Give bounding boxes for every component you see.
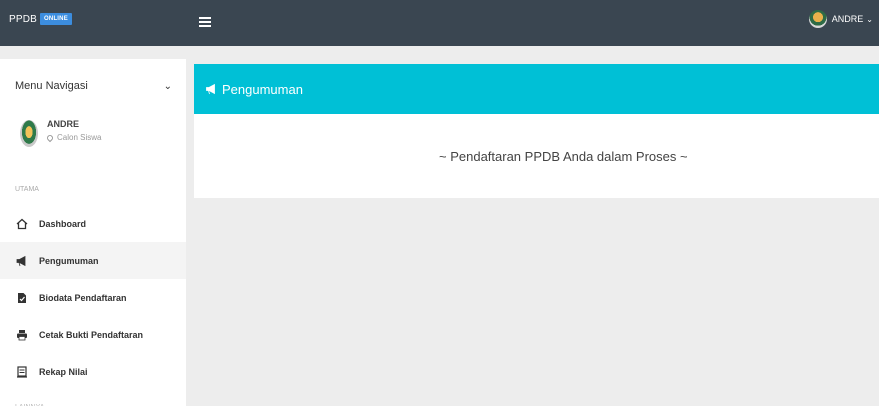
profile-role-label: Calon Siswa bbox=[57, 133, 102, 142]
sidebar-item-label: Cetak Bukti Pendaftaran bbox=[39, 329, 144, 340]
brand-name: PPDB bbox=[9, 14, 38, 25]
list-icon bbox=[16, 365, 28, 378]
sidebar: Menu Navigasi ⌄ ANDRE Calon Siswa UTAMA … bbox=[0, 59, 186, 406]
sidebar-item-label: Dashboard bbox=[39, 218, 87, 229]
sidebar-item-biodata[interactable]: Biodata Pendaftaran bbox=[0, 279, 186, 316]
home-icon bbox=[16, 218, 28, 230]
panel-title: Pengumuman bbox=[222, 81, 303, 97]
printer-icon bbox=[16, 329, 28, 341]
section-label-main: UTAMA bbox=[15, 185, 39, 193]
sidebar-item-label: Pengumuman bbox=[39, 255, 99, 266]
location-pin-icon bbox=[45, 133, 55, 142]
brand-logo[interactable]: PPDB ONLINE bbox=[0, 0, 194, 46]
menu-title: Menu Navigasi bbox=[15, 80, 88, 92]
user-profile: ANDRE Calon Siswa bbox=[0, 113, 186, 171]
avatar bbox=[20, 120, 38, 147]
profile-role: Calon Siswa bbox=[45, 133, 102, 142]
sidebar-item-rekap-nilai[interactable]: Rekap Nilai bbox=[0, 353, 186, 390]
section-label-other: LAINNYA bbox=[0, 390, 186, 406]
megaphone-icon bbox=[16, 255, 28, 267]
sidebar-item-label: Rekap Nilai bbox=[39, 366, 88, 377]
panel-header: Pengumuman bbox=[194, 64, 879, 114]
megaphone-icon bbox=[205, 83, 218, 95]
profile-name: ANDRE bbox=[47, 119, 80, 129]
announcement-message: ~ Pendaftaran PPDB Anda dalam Proses ~ bbox=[439, 148, 688, 164]
chevron-down-icon: ⌄ bbox=[866, 14, 873, 24]
user-menu[interactable]: ANDRE ⌄ bbox=[808, 10, 873, 28]
sidebar-toggle-icon[interactable] bbox=[199, 17, 211, 28]
chevron-down-icon: ⌄ bbox=[163, 80, 172, 92]
user-menu-name: ANDRE bbox=[831, 14, 864, 24]
file-check-icon bbox=[16, 292, 28, 304]
user-avatar bbox=[808, 10, 827, 28]
sidebar-item-pengumuman[interactable]: Pengumuman bbox=[0, 242, 186, 279]
announcement-body: ~ Pendaftaran PPDB Anda dalam Proses ~ bbox=[194, 114, 879, 198]
top-navbar: PPDB ONLINE ANDRE ⌄ bbox=[0, 0, 879, 46]
online-badge: ONLINE bbox=[40, 13, 72, 25]
sidebar-item-dashboard[interactable]: Dashboard bbox=[0, 205, 186, 242]
sidebar-item-cetak-bukti[interactable]: Cetak Bukti Pendaftaran bbox=[0, 316, 186, 353]
menu-navigation-header[interactable]: Menu Navigasi ⌄ bbox=[0, 59, 186, 113]
sidebar-item-label: Biodata Pendaftaran bbox=[39, 292, 127, 303]
